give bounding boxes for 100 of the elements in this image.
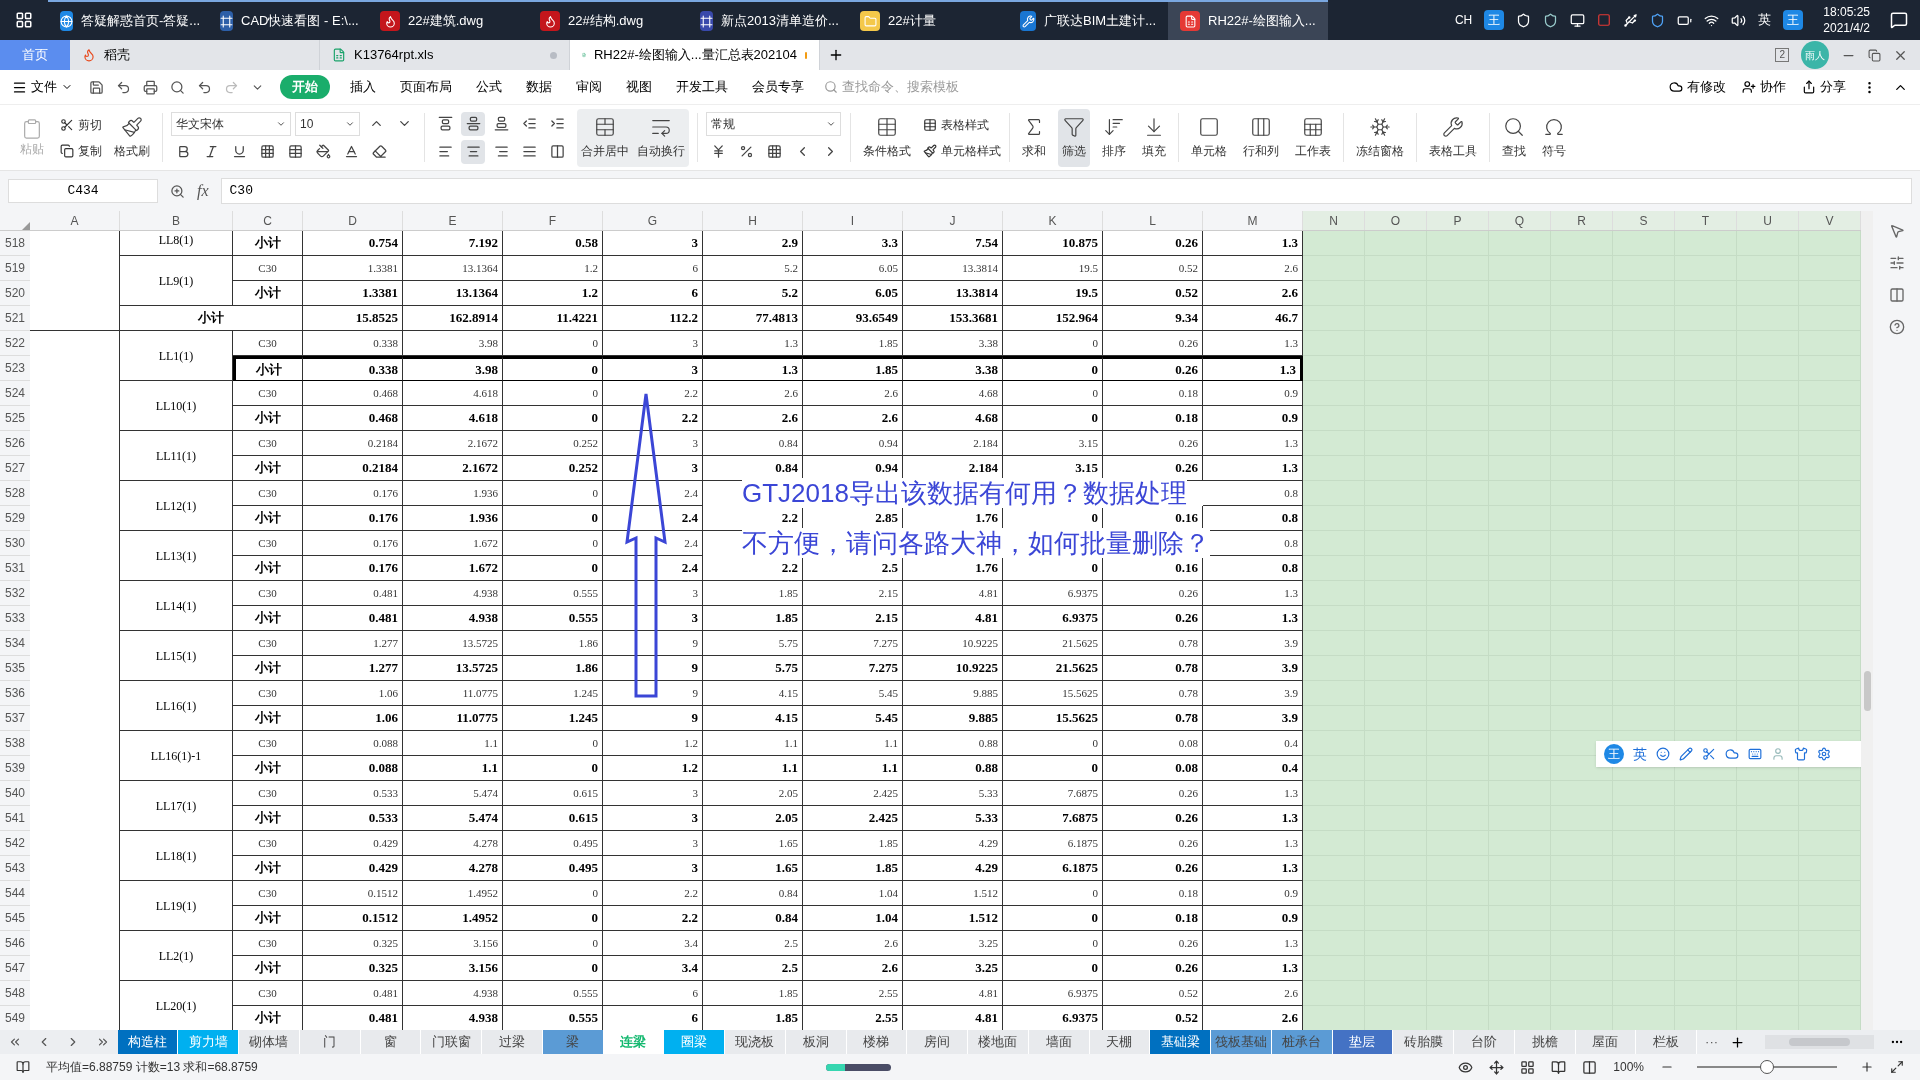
number-format-select[interactable]: 常规 — [706, 111, 841, 136]
shield-icon[interactable] — [1650, 12, 1666, 28]
volume-icon[interactable] — [1731, 12, 1747, 28]
print-preview-icon[interactable] — [170, 79, 185, 95]
undo-icon[interactable] — [197, 79, 212, 95]
name-box[interactable]: C434 — [8, 179, 158, 203]
column-header[interactable]: U — [1737, 211, 1799, 230]
shield-icon[interactable] — [1543, 12, 1559, 28]
sheet-tab[interactable]: 砌体墙 — [239, 1030, 300, 1054]
shirt-icon[interactable] — [1794, 747, 1808, 761]
column-header[interactable]: T — [1675, 211, 1737, 230]
network-icon[interactable] — [1704, 12, 1720, 28]
panel-icon[interactable] — [1888, 287, 1905, 303]
sheet-tab[interactable]: 砖胎膜 — [1393, 1030, 1455, 1054]
cell-style-button[interactable]: 单元格样式 — [923, 141, 1001, 160]
taskbar-app[interactable]: RH22#-绘图输入... — [1168, 0, 1328, 40]
column-header[interactable]: E — [403, 211, 503, 230]
zoom-thumb[interactable] — [1760, 1060, 1774, 1074]
sheet-tab[interactable]: 窗 — [360, 1030, 422, 1054]
column-header[interactable]: A — [30, 211, 120, 230]
ime-mode[interactable]: 英 — [1633, 743, 1647, 765]
print-icon[interactable] — [143, 79, 158, 95]
cut-button[interactable]: 剪切 — [60, 115, 102, 134]
settings-icon[interactable] — [1817, 747, 1831, 761]
sheet-tab[interactable]: 门联窗 — [421, 1030, 483, 1054]
more-sheets-button[interactable]: ··· — [1697, 1030, 1727, 1054]
toolbar-action[interactable]: 有修改 — [1687, 77, 1726, 97]
save-icon[interactable] — [89, 79, 104, 95]
column-header[interactable]: K — [1003, 211, 1103, 230]
emoji-icon[interactable] — [1656, 747, 1670, 761]
ribbon-button[interactable]: 表格工具 — [1425, 108, 1481, 167]
sheet-tab[interactable]: 栏板 — [1636, 1030, 1698, 1054]
column-header[interactable]: J — [903, 211, 1003, 230]
column-header[interactable]: N — [1303, 211, 1365, 230]
ribbon-button[interactable]: 自动换行 — [633, 108, 689, 167]
font-size-select[interactable]: 10 — [295, 111, 360, 136]
add-sheet-icon[interactable] — [1730, 1034, 1746, 1050]
sliders-icon[interactable] — [1888, 255, 1905, 271]
sheet-tab[interactable]: 屋面 — [1575, 1030, 1637, 1054]
ime-mode[interactable]: 英 — [1758, 10, 1772, 30]
usb-icon[interactable] — [1623, 12, 1639, 28]
page-view-icon[interactable] — [1551, 1059, 1567, 1075]
ribbon-tab[interactable]: 会员专享 — [748, 77, 808, 97]
restore-icon[interactable] — [1868, 48, 1881, 62]
function-button[interactable]: fx — [197, 179, 209, 203]
ribbon-tab[interactable]: 视图 — [622, 77, 656, 97]
sheet-tab[interactable]: 垫层 — [1332, 1030, 1394, 1054]
column-header[interactable]: C — [233, 211, 303, 230]
ribbon-button[interactable]: 格式刷 — [110, 108, 154, 167]
normal-view-icon[interactable] — [1520, 1059, 1536, 1075]
toolbar-action[interactable]: 协作 — [1760, 77, 1786, 97]
keyboard-icon[interactable] — [1748, 747, 1762, 761]
toolbar-action[interactable]: 分享 — [1820, 77, 1846, 97]
cloud-icon[interactable] — [1669, 80, 1683, 94]
scrollbar-thumb[interactable] — [1863, 671, 1871, 711]
ribbon-tab[interactable]: 页面布局 — [396, 77, 456, 97]
copy-button[interactable]: 复制 — [60, 141, 102, 160]
monitor-icon[interactable] — [1570, 12, 1586, 28]
menu-icon[interactable] — [12, 79, 27, 95]
column-header[interactable]: H — [703, 211, 803, 230]
column-header[interactable]: D — [303, 211, 403, 230]
column-header[interactable]: O — [1365, 211, 1427, 230]
column-header[interactable]: S — [1613, 211, 1675, 230]
column-header[interactable]: B — [120, 211, 233, 230]
sheet-tab[interactable]: 墙面 — [1028, 1030, 1090, 1054]
formula-field[interactable]: C30 — [220, 178, 1912, 204]
column-header[interactable]: Q — [1489, 211, 1551, 230]
scrollbar-thumb[interactable] — [1789, 1038, 1850, 1046]
ribbon-button[interactable]: 排序 — [1098, 108, 1130, 167]
ribbon-tab[interactable]: 数据 — [522, 77, 556, 97]
sheet-tab[interactable]: 构造柱 — [117, 1030, 179, 1054]
zoom-icon[interactable] — [170, 183, 185, 199]
sheet-tab[interactable]: 现浇板 — [725, 1030, 786, 1054]
sheet-tab[interactable]: 房间 — [907, 1030, 969, 1054]
table-style-button[interactable]: 表格样式 — [923, 115, 1001, 134]
ribbon-button[interactable]: 筛选 — [1058, 108, 1090, 167]
column-header[interactable]: L — [1103, 211, 1203, 230]
ribbon-tab[interactable]: 公式 — [472, 77, 506, 97]
ribbon-tab[interactable]: 插入 — [346, 77, 380, 97]
ribbon-tab[interactable]: 审阅 — [572, 77, 606, 97]
sheet-tab[interactable]: 板洞 — [785, 1030, 847, 1054]
ribbon-button[interactable]: 行和列 — [1239, 108, 1283, 167]
sheet-tab[interactable]: 挑檐 — [1514, 1030, 1576, 1054]
column-header[interactable]: R — [1551, 211, 1613, 230]
pencil-icon[interactable] — [1679, 747, 1693, 761]
sheet-tab[interactable]: 楼地面 — [968, 1030, 1029, 1054]
ribbon-button[interactable]: 冻结窗格 — [1352, 108, 1408, 167]
column-header[interactable]: I — [803, 211, 903, 230]
column-header[interactable]: G — [603, 211, 703, 230]
column-header[interactable]: V — [1799, 211, 1861, 230]
ribbon-button[interactable]: 查找 — [1498, 108, 1530, 167]
search-icon[interactable] — [824, 80, 838, 94]
align-middle-button[interactable] — [461, 111, 485, 136]
eye-icon[interactable] — [1458, 1059, 1474, 1075]
sheet-tab[interactable]: 天棚 — [1089, 1030, 1151, 1054]
horizontal-scrollbar[interactable] — [1765, 1035, 1874, 1049]
sheet-tab[interactable]: 基础梁 — [1150, 1030, 1212, 1054]
ribbon-button[interactable]: 工作表 — [1291, 108, 1335, 167]
scissors-icon[interactable] — [1702, 747, 1716, 761]
column-header[interactable]: F — [503, 211, 603, 230]
